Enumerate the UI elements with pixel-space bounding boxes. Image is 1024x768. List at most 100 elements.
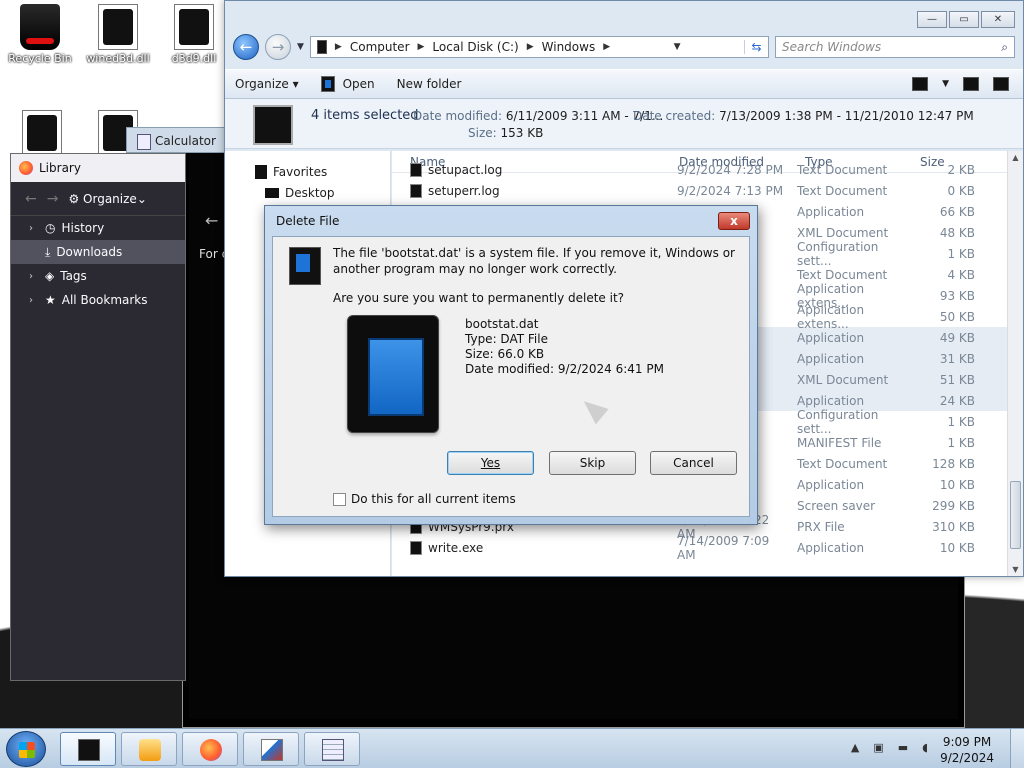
desktop-icon-partial[interactable] — [4, 110, 80, 158]
taskbar-paint[interactable] — [243, 732, 299, 766]
back-icon[interactable]: ← — [25, 191, 37, 207]
library-toolbar: ← → ⚙ Organize⌄ — [11, 182, 185, 216]
library-item-all-bookmarks[interactable]: › ★ All Bookmarks — [11, 288, 185, 312]
checkbox-box[interactable] — [333, 492, 346, 506]
organize-menu[interactable]: ⚙ Organize⌄ — [68, 192, 146, 206]
file-type: XML Document — [797, 225, 889, 240]
file-type: Text Document — [797, 267, 888, 282]
vertical-scrollbar[interactable]: ▲ ▼ — [1007, 151, 1023, 576]
open-button[interactable]: Open — [320, 76, 375, 92]
volume-icon[interactable]: ◖ — [922, 741, 928, 754]
desktop-icon-d3d9[interactable]: d3d9.dll — [156, 4, 232, 65]
yes-button[interactable]: Yes — [447, 451, 534, 475]
skip-button[interactable]: Skip — [549, 451, 636, 475]
change-view-icon[interactable] — [912, 77, 929, 91]
view-dropdown[interactable]: ▼ — [942, 79, 949, 89]
star-icon: ★ — [45, 293, 56, 307]
file-row[interactable]: setupact.log 9/2/2024 7:28 PM Text Documen… — [392, 159, 1015, 180]
library-item-tags[interactable]: › ◈ Tags — [11, 264, 185, 288]
file-row[interactable]: write.exe 7/14/2009 7:09 AM Application 10 … — [392, 534, 1015, 562]
chevron-right-icon[interactable]: ▶ — [418, 42, 425, 52]
file-size: 66 KB — [939, 204, 975, 219]
back-arrow-icon[interactable]: ← — [205, 211, 218, 230]
show-hidden-icons[interactable]: ▲ — [851, 741, 859, 754]
file-row[interactable]: setuperr.log 9/2/2024 7:13 PM Text Documen… — [392, 180, 1015, 201]
library-item-downloads[interactable]: ⤓ Downloads — [11, 240, 185, 264]
file-type: Application — [797, 351, 865, 366]
refresh-icon[interactable]: ⇆ — [744, 40, 768, 54]
taskbar-media-player[interactable] — [121, 732, 177, 766]
breadcrumb-computer[interactable]: Computer — [350, 40, 410, 54]
chevron-right-icon[interactable]: ▶ — [335, 42, 342, 52]
tag-icon: ◈ — [45, 269, 55, 283]
scroll-down-icon[interactable]: ▼ — [1008, 565, 1023, 574]
open-label: Open — [342, 77, 375, 91]
breadcrumb-windows[interactable]: Windows — [542, 40, 596, 54]
download-icon: ⤓ — [45, 244, 51, 259]
breadcrumb-local-disk[interactable]: Local Disk (C:) — [432, 40, 518, 54]
dialog-title: Delete File — [276, 214, 340, 228]
calculator-icon — [322, 739, 344, 761]
nav-favorites[interactable]: Favorites — [255, 165, 327, 179]
calculator-window-title[interactable]: Calculator — [126, 127, 236, 153]
back-button[interactable]: ← — [233, 34, 259, 60]
close-button[interactable]: ✕ — [981, 11, 1015, 28]
minimize-button[interactable]: — — [917, 11, 947, 28]
network-icon[interactable]: ▣ — [873, 741, 883, 754]
nav-label: Desktop — [285, 186, 335, 200]
new-folder-button[interactable]: New folder — [397, 77, 462, 91]
start-button[interactable] — [6, 731, 46, 767]
desktop-icon-wined3d[interactable]: wined3d.dll — [80, 4, 156, 65]
file-size: 128 KB — [932, 456, 975, 471]
library-item-history[interactable]: › ◷ History — [11, 216, 185, 240]
file-size: 1 KB — [947, 414, 975, 429]
taskbar-calculator[interactable] — [304, 732, 360, 766]
address-dropdown[interactable]: ▼ — [674, 42, 681, 52]
forward-icon[interactable]: → — [47, 191, 59, 207]
file-info: bootstat.dat Type: DAT File Size: 66.0 K… — [465, 317, 664, 377]
date-created-info: Date created: 7/13/2009 1:38 PM - 11/21/… — [633, 109, 974, 123]
chevron-right-icon[interactable]: › — [29, 295, 39, 306]
nav-desktop[interactable]: Desktop — [265, 186, 335, 200]
date-created-value: 7/13/2009 1:38 PM - 11/21/2010 12:47 PM — [719, 109, 974, 123]
file-date: 9/2/2024 7:13 PM — [677, 183, 784, 198]
dialog-close-button[interactable]: x — [718, 212, 750, 230]
open-icon — [320, 76, 335, 92]
chevron-right-icon[interactable]: › — [29, 223, 39, 234]
clock[interactable]: 9:09 PM 9/2/2024 — [940, 734, 994, 766]
library-window: Library ← → ⚙ Organize⌄ › ◷ History ⤓ Do… — [10, 153, 186, 681]
clock-time: 9:09 PM — [942, 735, 992, 749]
chevron-right-icon[interactable]: › — [29, 271, 39, 282]
file-size: 1 KB — [947, 435, 975, 450]
chevron-right-icon[interactable]: ▶ — [527, 42, 534, 52]
maximize-button[interactable]: ▭ — [949, 11, 979, 28]
apply-all-checkbox[interactable]: Do this for all current items — [333, 492, 516, 506]
chevron-right-icon[interactable]: ▶ — [603, 42, 610, 52]
address-bar[interactable]: ▶ Computer ▶ Local Disk (C:) ▶ Windows ▶… — [309, 36, 769, 58]
navigation-row: ← → ▼ ▶ Computer ▶ Local Disk (C:) ▶ Win… — [233, 34, 1015, 60]
organize-button[interactable]: Organize ▾ — [235, 77, 299, 91]
cancel-button[interactable]: Cancel — [650, 451, 737, 475]
show-desktop-button[interactable] — [1010, 729, 1024, 768]
search-icon[interactable]: ⌕ — [1001, 40, 1008, 55]
clock-icon: ◷ — [45, 221, 56, 235]
scrollbar-thumb[interactable] — [1010, 481, 1021, 549]
clock-date: 9/2/2024 — [940, 751, 994, 765]
taskbar-firefox[interactable] — [182, 732, 238, 766]
taskbar: ▲ ▣ ▬ ◖ 9:09 PM 9/2/2024 — [0, 728, 1024, 768]
date-modified-label: Date modified: — [413, 109, 503, 123]
search-input[interactable]: Search Windows ⌕ — [775, 36, 1015, 58]
file-thumbnail-icon — [347, 315, 439, 433]
file-size: 0 KB — [947, 183, 975, 198]
library-titlebar[interactable]: Library — [11, 154, 185, 182]
help-icon[interactable] — [993, 77, 1009, 91]
search-placeholder: Search Windows — [782, 40, 882, 54]
forward-button[interactable]: → — [265, 34, 291, 60]
desktop-icon-recycle-bin[interactable]: Recycle Bin — [2, 4, 78, 65]
taskbar-explorer[interactable] — [60, 732, 116, 766]
scroll-up-icon[interactable]: ▲ — [1008, 153, 1023, 162]
recent-pages-dropdown[interactable]: ▼ — [297, 42, 304, 52]
file-size: 2 KB — [947, 162, 975, 177]
action-center-icon[interactable]: ▬ — [898, 741, 908, 754]
preview-pane-icon[interactable] — [963, 77, 979, 91]
